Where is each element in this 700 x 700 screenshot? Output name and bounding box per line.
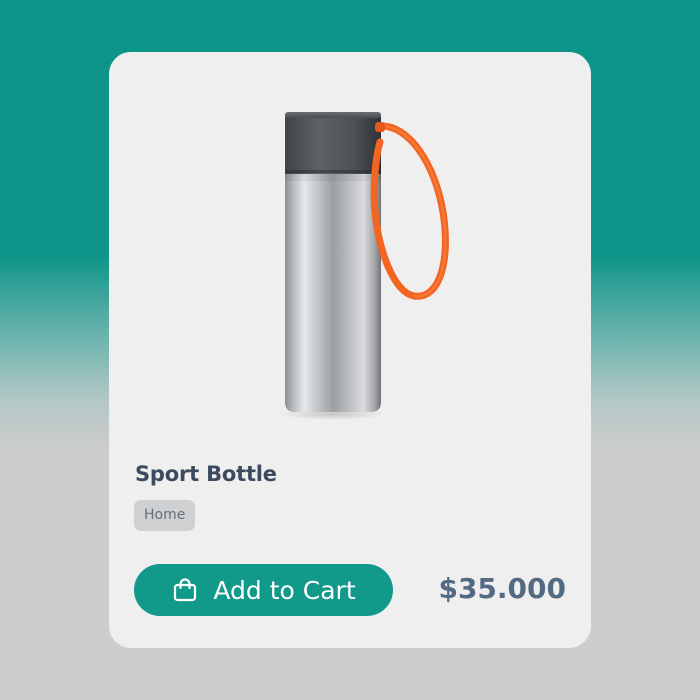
product-price: $35.000 [438,572,566,605]
shopping-bag-icon [171,576,199,604]
product-card: Sport Bottle Home Add to Cart $35.000 [109,52,591,648]
category-badge: Home [134,500,196,531]
product-title: Sport Bottle [135,462,277,486]
add-to-cart-button[interactable]: Add to Cart [134,564,393,616]
product-image [281,112,449,420]
add-to-cart-label: Add to Cart [213,575,356,605]
